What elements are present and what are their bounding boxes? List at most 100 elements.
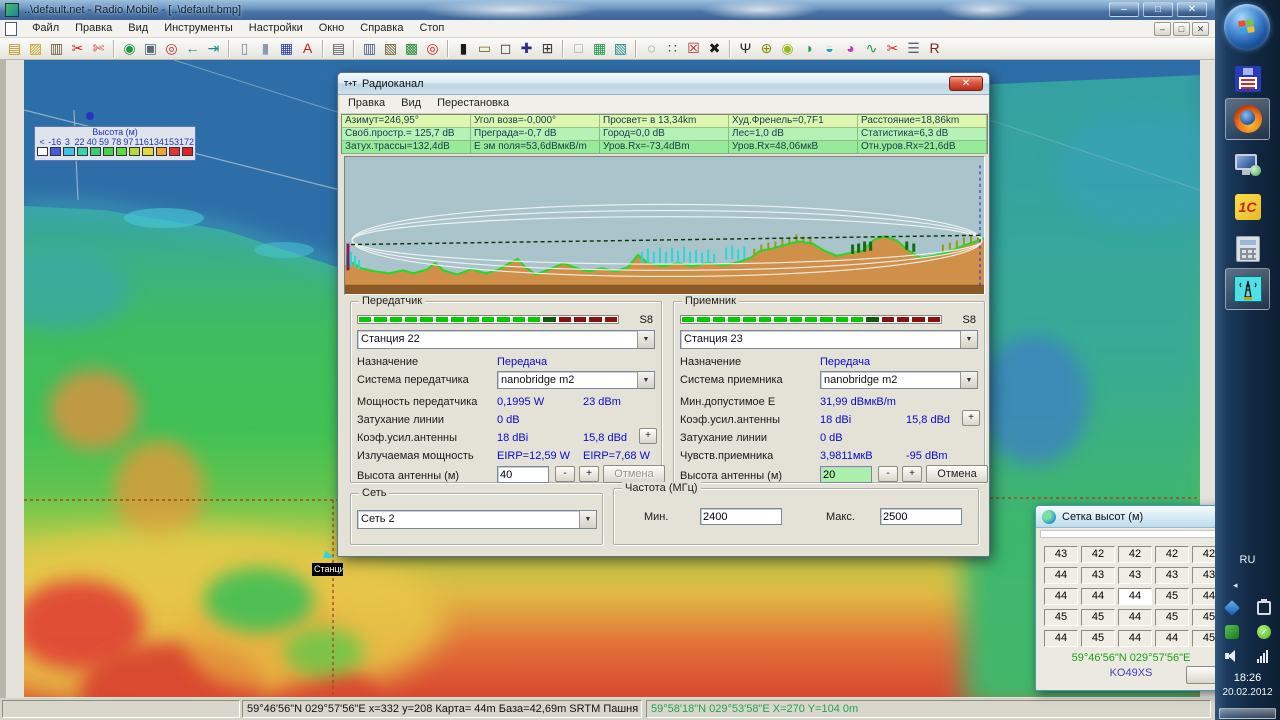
toolbar-print-icon[interactable]: ▤ bbox=[328, 39, 349, 58]
toolbar-fit-window-icon[interactable]: ⊞ bbox=[537, 39, 558, 58]
toolbar-network-properties-icon[interactable]: ▥ bbox=[46, 39, 67, 58]
toolbar-signal-chart-icon[interactable]: ∿ bbox=[861, 39, 882, 58]
toolbar-coverage-plot-icon[interactable]: ⊕ bbox=[756, 39, 777, 58]
rx-height-plus-button[interactable]: + bbox=[902, 466, 922, 482]
toolbar-route-cut-icon[interactable]: ✂ bbox=[882, 39, 903, 58]
tx-antenna-height-input[interactable] bbox=[497, 466, 549, 483]
network-signal-icon[interactable] bbox=[1257, 649, 1271, 663]
toolbar-coverage-area-icon[interactable]: ◉ bbox=[777, 39, 798, 58]
clipboard-tray-icon[interactable] bbox=[1257, 601, 1271, 615]
freq-min-input[interactable] bbox=[700, 508, 782, 525]
toolbar-font-style-icon[interactable]: A bbox=[297, 39, 318, 58]
menu-item-6[interactable]: Окно bbox=[311, 20, 353, 38]
chevron-down-icon[interactable]: ▼ bbox=[960, 331, 977, 348]
taskbar-item-remote-desktop[interactable] bbox=[1225, 144, 1270, 186]
maximize-button[interactable]: □ bbox=[1143, 2, 1173, 17]
toolbar-close-x-icon[interactable]: ✖ bbox=[704, 39, 725, 58]
toolbar-save-picture-icon[interactable]: ▦ bbox=[276, 39, 297, 58]
receiver-station-combo[interactable]: Станция 23 ▼ bbox=[680, 330, 978, 349]
tx-height-minus-button[interactable]: - bbox=[555, 466, 575, 482]
network-combo[interactable]: Сеть 2 ▼ bbox=[357, 510, 597, 529]
toolbar-camera-view-icon[interactable]: ▣ bbox=[140, 39, 161, 58]
toolbar-center-target-icon[interactable]: ◎ bbox=[422, 39, 443, 58]
tx-cancel-button[interactable]: Отмена bbox=[603, 465, 665, 483]
rx-height-minus-button[interactable]: - bbox=[878, 466, 898, 482]
toolbar-land-cover-icon[interactable]: ▧ bbox=[610, 39, 631, 58]
freq-max-input[interactable] bbox=[880, 508, 962, 525]
chevron-down-icon[interactable]: ▼ bbox=[637, 331, 654, 348]
mdi-close-button[interactable]: ✕ bbox=[1192, 22, 1209, 36]
toolbar-grid-points-icon[interactable]: ∷ bbox=[662, 39, 683, 58]
taskbar-item-radio-mobile[interactable] bbox=[1225, 268, 1270, 310]
toolbar-next-view-icon[interactable]: ⇥ bbox=[203, 39, 224, 58]
dialog-menu-item-3[interactable]: Перестановка bbox=[429, 95, 517, 113]
title-bar[interactable]: ..\default.net - Radio Mobile - [..\defa… bbox=[0, 0, 1215, 20]
toolbar-move-picture-icon[interactable]: ✚ bbox=[516, 39, 537, 58]
toolbar-open-network-icon[interactable]: ▨ bbox=[25, 39, 46, 58]
dialog-title-bar[interactable]: T+T Радиоканал ✕ bbox=[338, 73, 989, 95]
toolbar-interference-icon[interactable]: ☰ bbox=[903, 39, 924, 58]
mdi-minimize-button[interactable]: – bbox=[1154, 22, 1171, 36]
taskbar-clock[interactable]: 18:26 bbox=[1215, 672, 1280, 684]
taskbar-item-firefox[interactable] bbox=[1225, 98, 1270, 140]
toolbar-elevation-colors-icon[interactable]: ▦ bbox=[589, 39, 610, 58]
receiver-system-combo[interactable]: nanobridge m2 ▼ bbox=[820, 371, 978, 389]
menu-item-4[interactable]: Инструменты bbox=[156, 20, 241, 38]
toolbar-polar-coverage-icon[interactable]: ◑ bbox=[798, 39, 819, 58]
menu-item-5[interactable]: Настройки bbox=[241, 20, 311, 38]
close-button[interactable]: ✕ bbox=[1177, 2, 1207, 17]
volume-icon[interactable] bbox=[1225, 649, 1239, 663]
tray-expand-icon[interactable]: ◂ bbox=[1233, 580, 1238, 591]
language-indicator[interactable]: RU bbox=[1215, 554, 1280, 566]
toolbar-delete-unit-icon[interactable]: ✄ bbox=[88, 39, 109, 58]
transmitter-station-combo[interactable]: Станция 22 ▼ bbox=[357, 330, 655, 349]
mdi-restore-button[interactable]: □ bbox=[1173, 22, 1190, 36]
menu-item-8[interactable]: Стоп bbox=[411, 20, 452, 38]
tx-height-plus-button[interactable]: + bbox=[579, 466, 599, 482]
toolbar-white-background-icon[interactable]: □ bbox=[568, 39, 589, 58]
grid-window-title-bar[interactable]: Сетка высот (м) bbox=[1036, 506, 1231, 528]
rx-antenna-height-input[interactable] bbox=[820, 466, 872, 483]
rx-cancel-button[interactable]: Отмена bbox=[926, 465, 988, 483]
transmitter-system-combo[interactable]: nanobridge m2 ▼ bbox=[497, 371, 655, 389]
toolbar-world-map-icon[interactable]: ◉ bbox=[119, 39, 140, 58]
minimize-button[interactable]: – bbox=[1109, 2, 1139, 17]
skype-tray-icon[interactable]: ✓ bbox=[1257, 625, 1271, 639]
toolbar-rsce-tool-icon[interactable]: R bbox=[924, 39, 945, 58]
toolbar-radio-link-icon[interactable]: Ψ bbox=[735, 39, 756, 58]
green-app-tray-icon[interactable] bbox=[1225, 625, 1239, 639]
toolbar-select-area-icon[interactable]: ◻ bbox=[495, 39, 516, 58]
chevron-down-icon[interactable]: ▼ bbox=[637, 372, 654, 388]
rx-antenna-plus-button[interactable]: + bbox=[962, 410, 980, 426]
mdi-document-icon[interactable] bbox=[5, 22, 17, 36]
taskbar-item-1c[interactable]: 1С bbox=[1225, 186, 1270, 228]
dropbox-tray-icon[interactable] bbox=[1224, 600, 1240, 616]
toolbar-contrast-bar-icon[interactable]: ▮ bbox=[453, 39, 474, 58]
toolbar-flood-fill-icon[interactable]: ◒ bbox=[819, 39, 840, 58]
toolbar-prev-view-icon[interactable]: ← bbox=[182, 39, 203, 58]
taskbar-item-floppy[interactable] bbox=[1225, 58, 1270, 100]
toolbar-edit-picture-icon[interactable]: ▩ bbox=[401, 39, 422, 58]
toolbar-new-network-icon[interactable]: ▤ bbox=[4, 39, 25, 58]
menu-item-2[interactable]: Правка bbox=[67, 20, 120, 38]
toolbar-copy-icon[interactable]: ▥ bbox=[359, 39, 380, 58]
toolbar-find-unit-icon[interactable]: ◎ bbox=[161, 39, 182, 58]
toolbar-selection-grid-icon[interactable]: ◌ bbox=[641, 39, 662, 58]
toolbar-delete-object-icon[interactable]: ☒ bbox=[683, 39, 704, 58]
start-button[interactable] bbox=[1224, 4, 1270, 50]
dialog-close-button[interactable]: ✕ bbox=[949, 76, 983, 91]
toolbar-cut-link-icon[interactable]: ✂ bbox=[67, 39, 88, 58]
dialog-menu-item-2[interactable]: Вид bbox=[393, 95, 429, 113]
menu-item-3[interactable]: Вид bbox=[120, 20, 156, 38]
menu-item-1[interactable]: Файл bbox=[24, 20, 67, 38]
taskbar-date[interactable]: 20.02.2012 bbox=[1215, 687, 1280, 698]
menu-item-7[interactable]: Справка bbox=[352, 20, 411, 38]
toolbar-visual-coverage-icon[interactable]: ◕ bbox=[840, 39, 861, 58]
toolbar-ruler-icon[interactable]: ▭ bbox=[474, 39, 495, 58]
toolbar-paste-icon[interactable]: ▧ bbox=[380, 39, 401, 58]
chevron-down-icon[interactable]: ▼ bbox=[579, 511, 596, 528]
dialog-menu-item-1[interactable]: Правка bbox=[340, 95, 393, 113]
toolbar-new-picture-icon[interactable]: ▯ bbox=[234, 39, 255, 58]
show-desktop-button[interactable] bbox=[1219, 708, 1276, 719]
taskbar-item-calculator[interactable] bbox=[1225, 228, 1270, 270]
